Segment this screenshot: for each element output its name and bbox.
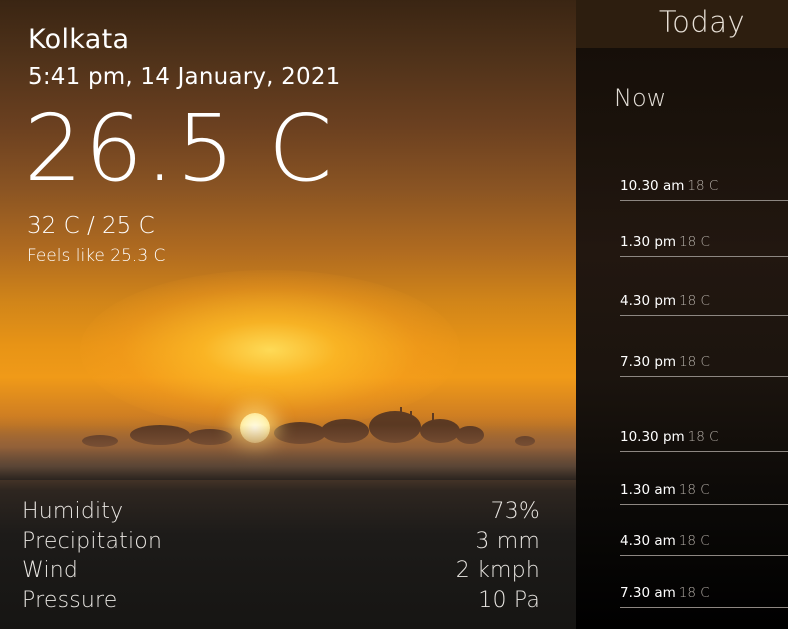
forecast-temp: 18 C <box>678 585 710 601</box>
forecast-temp: 18 C <box>679 293 710 309</box>
weather-details: Humidity 73% Precipitation 3 mm Wind 2 k… <box>22 497 540 615</box>
detail-label: Pressure <box>22 587 118 613</box>
forecast-time: 7.30 pm <box>620 354 677 370</box>
forecast-temp: 18 C <box>687 178 719 194</box>
ground-mist <box>0 425 576 480</box>
current-temperature: 26.5 C <box>24 95 335 202</box>
forecast-item[interactable]: 1.30 pm 18 C <box>620 232 788 257</box>
detail-value: 3 mm <box>475 528 540 554</box>
forecast-temp: 18 C <box>678 533 710 549</box>
detail-label: Wind <box>22 558 79 583</box>
forecast-item[interactable]: 1.30 am 18 C <box>620 480 788 505</box>
forecast-panel: Today Now 10.30 am 18 C 1.30 pm 18 C 4.30 … <box>576 0 788 629</box>
forecast-now-label: Now <box>614 84 667 112</box>
detail-label: Precipitation <box>22 528 163 554</box>
forecast-temp: 18 C <box>679 234 710 250</box>
forecast-temp: 18 C <box>679 354 710 370</box>
forecast-time: 1.30 pm <box>620 234 677 250</box>
forecast-temp: 18 C <box>678 482 710 498</box>
forecast-item[interactable]: 4.30 pm 18 C <box>620 291 788 316</box>
forecast-item[interactable]: 7.30 am 18 C <box>620 583 788 608</box>
forecast-item[interactable]: 7.30 pm 18 C <box>620 352 788 377</box>
forecast-item[interactable]: 10.30 am 18 C <box>620 176 788 201</box>
detail-value: 2 kmph <box>455 558 540 583</box>
forecast-time: 10.30 am <box>620 178 685 194</box>
detail-label: Humidity <box>22 499 124 524</box>
feels-like: Feels like 25.3 C <box>27 246 166 266</box>
detail-precipitation: Precipitation 3 mm <box>22 527 540 557</box>
forecast-item[interactable]: 4.30 am 18 C <box>620 531 788 556</box>
detail-value: 73% <box>490 499 540 524</box>
temperature-range: 32 C / 25 C <box>27 213 155 239</box>
forecast-item[interactable]: 10.30 pm 18 C <box>620 427 788 452</box>
hero-panel: Kolkata 5:41 pm, 14 January, 2021 26.5 C… <box>0 0 576 629</box>
forecast-time: 4.30 am <box>620 533 676 549</box>
detail-wind: Wind 2 kmph <box>22 556 540 586</box>
forecast-temp: 18 C <box>687 429 719 445</box>
forecast-header-title: Today <box>658 5 746 39</box>
forecast-time: 10.30 pm <box>620 429 685 445</box>
forecast-time: 7.30 am <box>620 585 676 601</box>
weather-app: Kolkata 5:41 pm, 14 January, 2021 26.5 C… <box>0 0 788 629</box>
forecast-time: 4.30 pm <box>620 293 677 309</box>
forecast-header: Today <box>576 0 788 48</box>
forecast-time: 1.30 am <box>620 482 676 498</box>
detail-value: 10 Pa <box>478 587 540 613</box>
city-name: Kolkata <box>28 24 130 55</box>
detail-pressure: Pressure 10 Pa <box>22 586 540 616</box>
current-datetime: 5:41 pm, 14 January, 2021 <box>28 64 341 90</box>
detail-humidity: Humidity 73% <box>22 497 540 527</box>
